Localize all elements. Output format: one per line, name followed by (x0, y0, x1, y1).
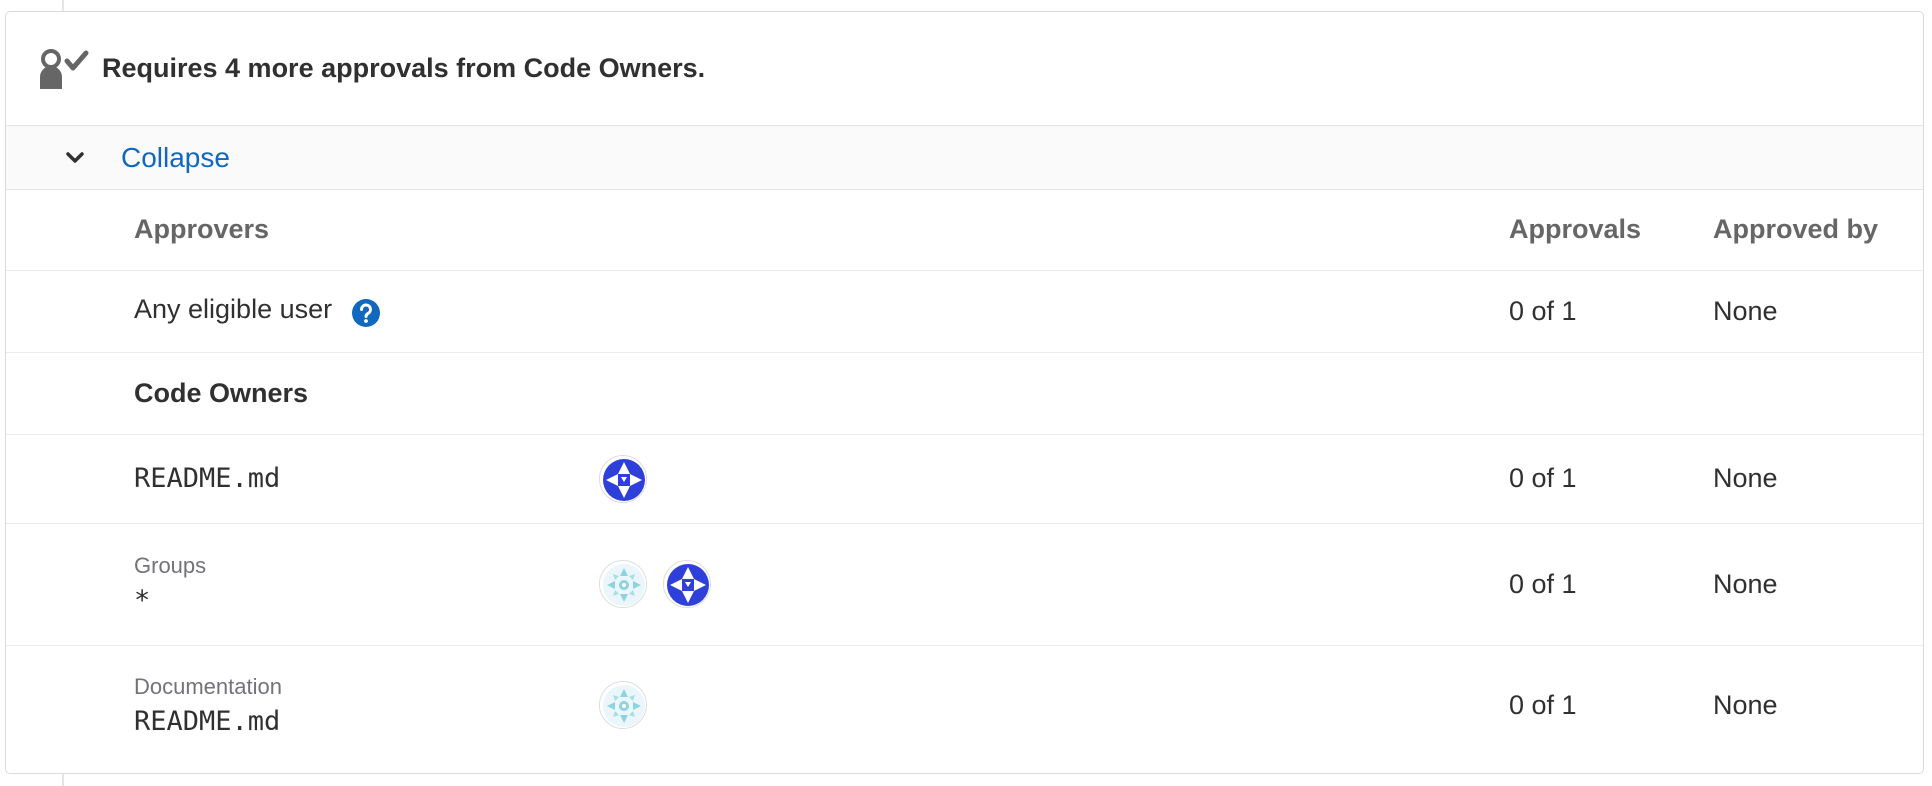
approved-by: None (1713, 295, 1778, 326)
avatar-teal-pattern[interactable] (599, 560, 647, 608)
table-row: Any eligible user 0 of 1 None (6, 270, 1923, 352)
approvers-table: Approvers Approvals Approved by Any elig… (6, 190, 1923, 765)
rule-name-cell: Groups * (6, 523, 599, 645)
rule-pattern: * (134, 584, 151, 616)
question-circle-icon[interactable] (351, 298, 381, 328)
approved-by: None (1713, 568, 1778, 599)
chevron-down-icon[interactable] (64, 147, 86, 169)
table-row: Code Owners (6, 352, 1923, 434)
any-eligible-user-cell: Any eligible user (6, 270, 599, 352)
approvals-count: 0 of 1 (1509, 295, 1577, 326)
table-header-row: Approvers Approvals Approved by (6, 190, 1923, 270)
table-row: README.md 0 of 1 None (6, 434, 1923, 523)
avatar-teal-pattern[interactable] (599, 681, 647, 730)
rule-name-cell: README.md (6, 434, 599, 523)
collapse-toggle[interactable]: Collapse (6, 126, 1923, 190)
header-approved-by: Approved by (1713, 214, 1879, 245)
approval-summary: Requires 4 more approvals from Code Owne… (6, 12, 1923, 126)
approval-summary-text: Requires 4 more approvals from Code Owne… (102, 53, 706, 83)
approved-by: None (1713, 463, 1778, 493)
approvals-count: 0 of 1 (1509, 463, 1577, 493)
header-avatars (599, 190, 1509, 270)
avatar-blue-pattern[interactable] (663, 560, 711, 608)
approvals-count: 0 of 1 (1509, 568, 1577, 599)
collapse-link[interactable]: Collapse (121, 142, 230, 174)
rule-name-cell: Documentation README.md (6, 645, 599, 765)
approvers-avatars (599, 645, 1509, 765)
any-eligible-user-label: Any eligible user (134, 293, 333, 324)
code-owners-heading: Code Owners (134, 377, 309, 408)
approved-by: None (1713, 689, 1778, 720)
approval-icon (37, 47, 93, 91)
rule-pattern: README.md (134, 705, 281, 737)
avatar-blue-pattern[interactable] (599, 454, 647, 503)
header-approvers: Approvers (134, 214, 270, 245)
table-row: Documentation README.md 0 of 1 None (6, 645, 1923, 765)
header-approvals: Approvals (1509, 214, 1642, 245)
approvals-widget: Requires 4 more approvals from Code Owne… (5, 11, 1924, 774)
approvers-avatars (599, 434, 1509, 523)
section-name: Documentation (134, 673, 282, 699)
approvers-avatars (599, 523, 1509, 645)
rule-pattern: README.md (134, 463, 281, 494)
table-row: Groups * 0 of 1 None (6, 523, 1923, 645)
section-name: Groups (134, 552, 207, 578)
approvals-count: 0 of 1 (1509, 689, 1577, 720)
